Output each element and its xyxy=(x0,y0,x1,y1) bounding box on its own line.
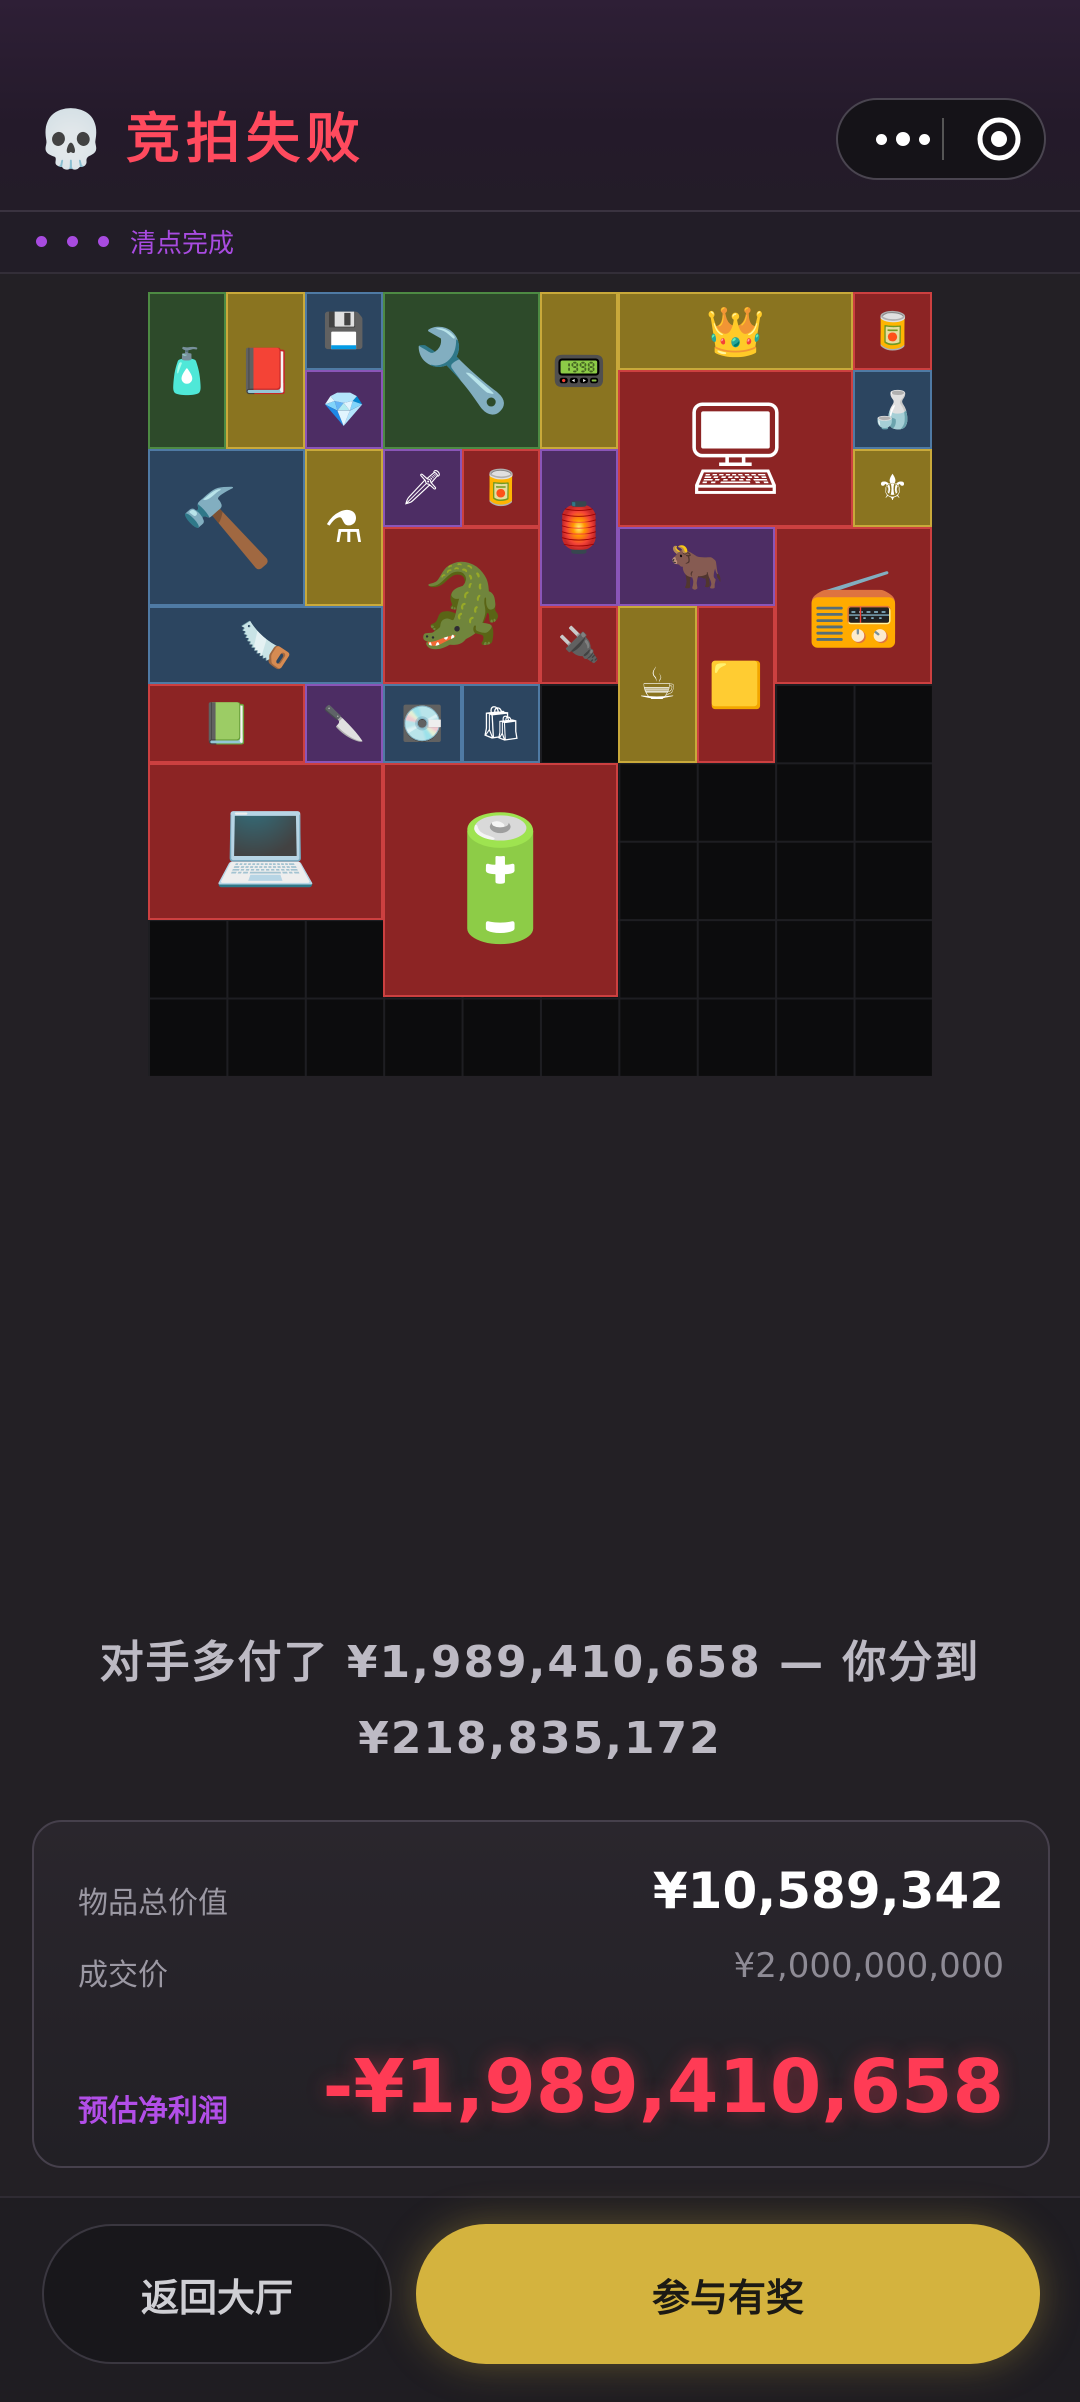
spray-can-icon: 🧴 xyxy=(159,345,215,397)
server-unit-icon: 🖥 xyxy=(678,396,793,501)
rotary-hammer-item[interactable]: 🔨 xyxy=(148,449,305,606)
knife-icon: 🔪 xyxy=(322,703,366,744)
green-tablet-icon: 📗 xyxy=(201,701,252,747)
data-card-icon: 📟 xyxy=(551,345,607,397)
arrowhead-icon: 🗡 xyxy=(400,468,445,508)
angle-grinder-item[interactable]: 🔧 xyxy=(383,292,540,449)
tin-can-icon: 🥫 xyxy=(870,311,915,352)
water-bottle-item[interactable]: 🍶 xyxy=(853,370,932,449)
gold-crocodile-item[interactable]: 🐊 xyxy=(383,527,540,684)
prize-button[interactable]: 参与有奖 xyxy=(416,2224,1040,2364)
net-profit-value: -¥1,989,410,658 xyxy=(322,2044,1004,2130)
rugged-laptop-icon: 💻 xyxy=(213,792,318,890)
data-card-item[interactable]: 📟 xyxy=(540,292,618,449)
rugged-laptop-item[interactable]: 💻 xyxy=(148,763,383,920)
status-text: 清点完成 xyxy=(130,229,235,259)
deal-price: ¥2,000,000,000 xyxy=(733,1946,1004,1986)
total-value-label: 物品总价值 xyxy=(78,1886,228,1921)
gold-crown-item[interactable]: 👑 xyxy=(618,292,853,370)
lantern-item[interactable]: 🏮 xyxy=(540,449,618,606)
flash-drive-icon: 🔌 xyxy=(557,625,601,665)
emblem-icon: ⚜ xyxy=(876,467,909,509)
arrowhead-item[interactable]: 🗡 xyxy=(383,449,462,527)
knife-item[interactable]: 🔪 xyxy=(305,684,383,763)
server-unit-item[interactable]: 🖥 xyxy=(618,370,853,527)
emblem-item[interactable]: ⚜ xyxy=(853,449,932,527)
flash-drive-item[interactable]: 🔌 xyxy=(540,606,618,684)
horned-amulet-icon: 🐂 xyxy=(669,541,724,593)
skull-icon: 💀 xyxy=(36,107,106,172)
rotary-hammer-icon: 🔨 xyxy=(179,482,274,572)
mini-program-capsule xyxy=(836,98,1046,180)
inventory-grid: 🧴 📕 💾 🔧 📟 👑 🥫 💎 🖥 🍶 🔨 ⚗ 🗡 🥫 🏮 ⚜ 🐊 🐂 📻 🪚 … xyxy=(148,292,932,1076)
gold-bar-item[interactable]: 🟨 xyxy=(697,606,775,763)
coffee-box-icon: ☕ xyxy=(637,659,678,710)
reactor-core-item[interactable]: 🔋 xyxy=(383,763,618,997)
usb-drive-item[interactable]: 💾 xyxy=(305,292,383,370)
deal-price-label: 成交价 xyxy=(78,1958,168,1993)
spray-can-item[interactable]: 🧴 xyxy=(148,292,226,449)
gold-crocodile-icon: 🐊 xyxy=(411,558,512,652)
coffee-bag-icon: 🛍 xyxy=(479,703,523,744)
blue-potion-item[interactable]: ⚗ xyxy=(305,449,383,606)
radio-icon: 📻 xyxy=(806,560,901,650)
summary-line-2: ¥218,835,172 xyxy=(358,1713,722,1764)
tin-can-2-icon: 🥫 xyxy=(479,468,523,508)
earring-item[interactable]: 💎 xyxy=(305,370,383,449)
tin-can-item[interactable]: 🥫 xyxy=(853,292,932,370)
summary-text: 对手多付了 ¥1,989,410,658 — 你分到 ¥218,835,172 xyxy=(0,1625,1080,1777)
coffee-bag-item[interactable]: 🛍 xyxy=(462,684,540,763)
radio-item[interactable]: 📻 xyxy=(775,527,932,684)
page-title: 竞拍失败 xyxy=(126,107,366,170)
water-bottle-icon: 🍶 xyxy=(870,389,915,431)
earring-icon: 💎 xyxy=(322,389,366,430)
gold-crown-icon: 👑 xyxy=(705,303,766,360)
net-profit-label: 预估净利润 xyxy=(78,2094,228,2129)
saw-icon: 🪚 xyxy=(238,620,293,671)
total-value: ¥10,589,342 xyxy=(652,1862,1004,1920)
book-item[interactable]: 📕 xyxy=(226,292,305,449)
back-to-lobby-button[interactable]: 返回大厅 xyxy=(42,2224,392,2364)
saw-item[interactable]: 🪚 xyxy=(148,606,383,684)
usb-drive-icon: 💾 xyxy=(322,311,366,351)
book-icon: 📕 xyxy=(238,345,293,397)
lantern-icon: 🏮 xyxy=(549,500,609,556)
target-icon[interactable] xyxy=(976,116,1022,162)
result-card: 物品总价值 ¥10,589,342 成交价 ¥2,000,000,000 预估净… xyxy=(32,1820,1050,2168)
reactor-core-icon: 🔋 xyxy=(425,810,576,949)
blue-potion-icon: ⚗ xyxy=(324,502,364,553)
ssd-item[interactable]: 💽 xyxy=(383,684,462,763)
green-tablet-item[interactable]: 📗 xyxy=(148,684,305,763)
summary-line-1: 对手多付了 ¥1,989,410,658 — 你分到 xyxy=(99,1637,981,1688)
more-dots-icon[interactable] xyxy=(860,100,946,178)
angle-grinder-icon: 🔧 xyxy=(411,323,512,417)
gold-bar-icon: 🟨 xyxy=(708,659,764,711)
tin-can-2-item[interactable]: 🥫 xyxy=(462,449,540,527)
horned-amulet-item[interactable]: 🐂 xyxy=(618,527,775,606)
coffee-box-item[interactable]: ☕ xyxy=(618,606,697,763)
ssd-icon: 💽 xyxy=(401,703,444,744)
capsule-divider xyxy=(942,118,944,160)
progress-dots-icon xyxy=(36,236,109,247)
